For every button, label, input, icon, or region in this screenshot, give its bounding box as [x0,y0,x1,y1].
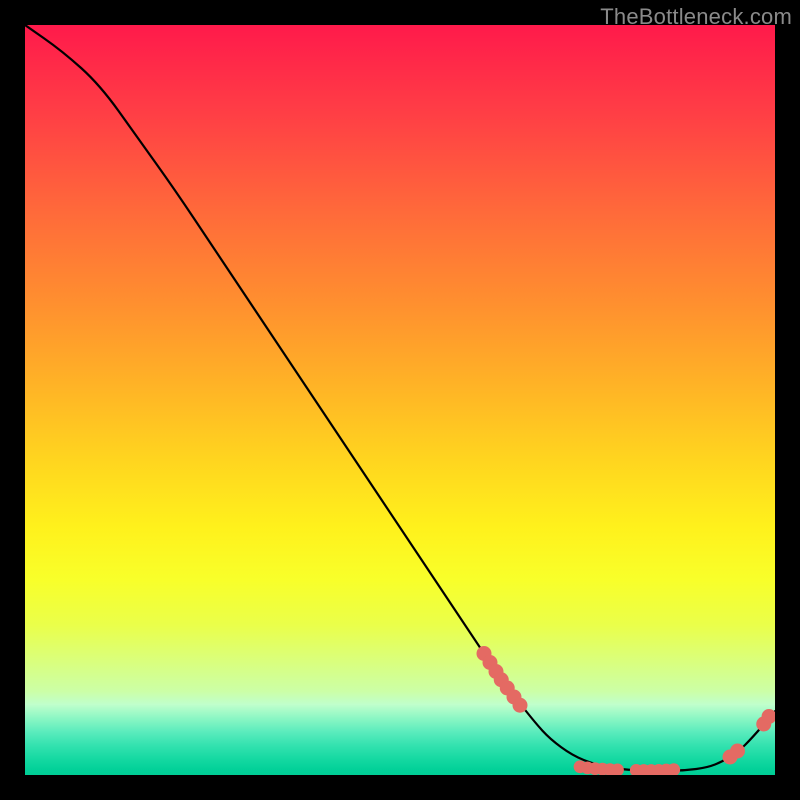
data-marker [513,698,528,713]
plot-area [25,25,775,775]
chart-stage: TheBottleneck.com [0,0,800,800]
data-markers [477,646,776,775]
bottleneck-curve [25,25,775,771]
data-marker [730,744,745,759]
chart-svg [25,25,775,775]
